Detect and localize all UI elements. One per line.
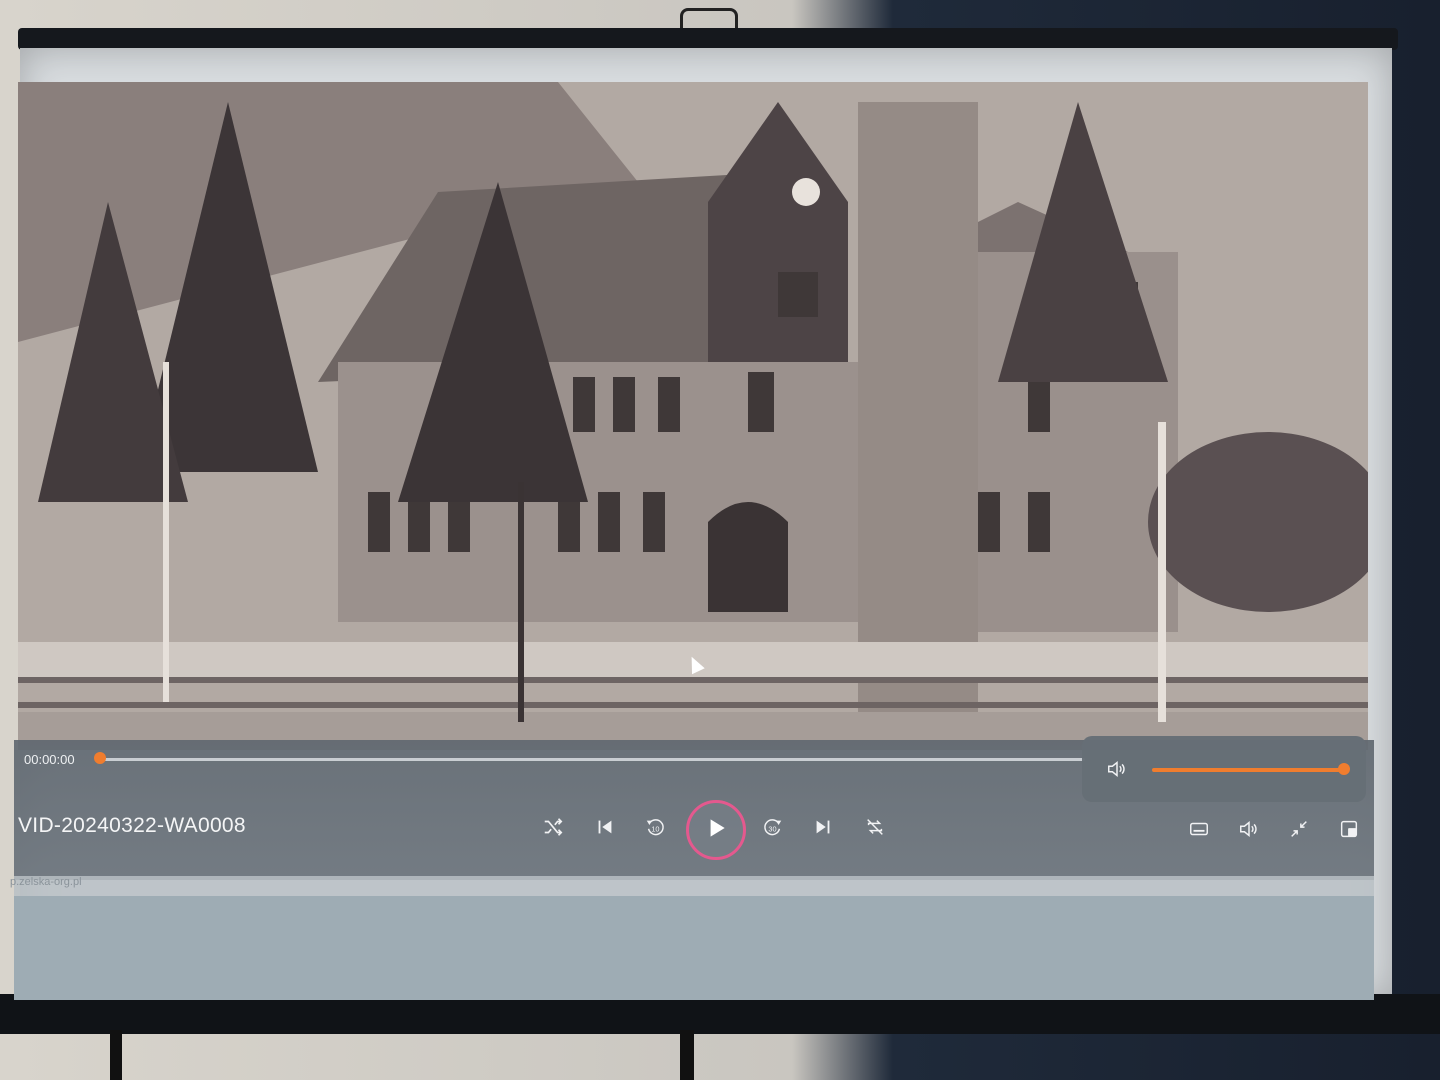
screen-bottom-bar (0, 994, 1440, 1034)
miniplayer-icon[interactable] (1332, 812, 1366, 846)
stand-leg (680, 1030, 694, 1080)
next-icon[interactable] (806, 810, 840, 844)
volume-icon[interactable] (1232, 812, 1266, 846)
watermark: p.zelska-org.pl (10, 876, 82, 888)
play-icon (703, 815, 729, 846)
play-button[interactable] (686, 800, 746, 860)
previous-icon[interactable] (588, 810, 622, 844)
stand-leg (110, 1030, 122, 1080)
historic-building-photo (18, 82, 1368, 750)
video-frame[interactable] (18, 82, 1368, 750)
forward-30-icon[interactable]: 30 (756, 810, 790, 844)
volume-popup-icon[interactable] (1100, 752, 1134, 786)
volume-thumb[interactable] (1338, 763, 1350, 775)
screen-strip (14, 876, 1374, 898)
screen-lower-area (14, 896, 1374, 1000)
minimize-icon[interactable] (1282, 812, 1316, 846)
seek-bar[interactable] (100, 758, 1085, 761)
volume-popup (1082, 736, 1366, 802)
forward-label: 30 (768, 825, 776, 834)
rewind-10-icon[interactable]: 10 (638, 810, 672, 844)
volume-slider[interactable] (1152, 768, 1344, 772)
seek-thumb[interactable] (94, 752, 106, 764)
shuffle-icon[interactable] (536, 810, 570, 844)
repeat-off-icon[interactable] (858, 810, 892, 844)
captions-icon[interactable] (1182, 812, 1216, 846)
current-time: 00:00:00 (24, 752, 75, 767)
screen-housing (18, 28, 1398, 50)
video-title: VID-20240322-WA0008 (18, 814, 246, 837)
rewind-label: 10 (651, 825, 659, 834)
